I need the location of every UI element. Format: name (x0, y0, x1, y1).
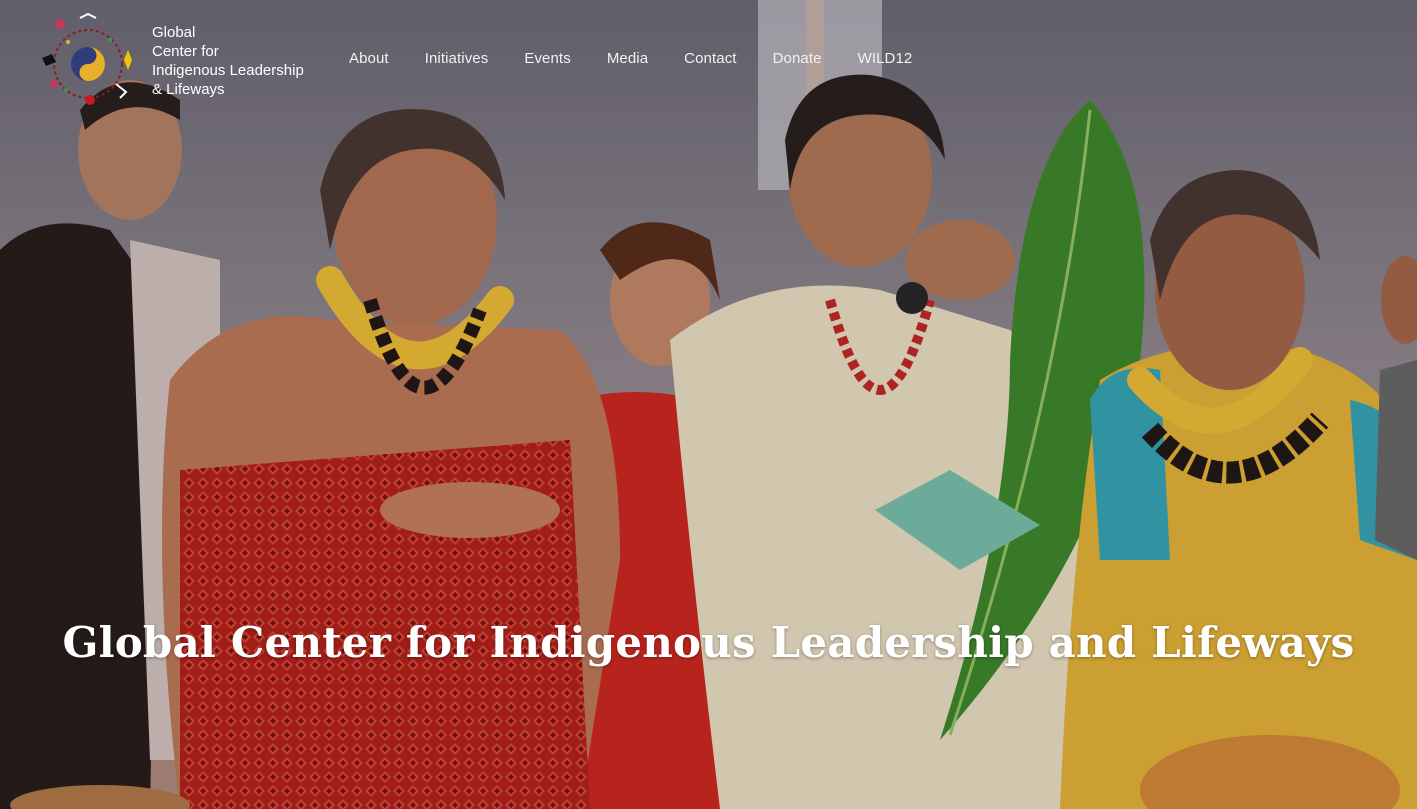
nav-link-initiatives[interactable]: Initiatives (425, 50, 489, 67)
logo-line-2: Center for (152, 43, 219, 60)
logo-line-1: Global (152, 24, 196, 41)
hero-headline: Global Center for Indigenous Leadership … (62, 618, 1355, 667)
nav-link-events[interactable]: Events (524, 50, 570, 67)
nav-link-media[interactable]: Media (607, 50, 648, 67)
nav-link-donate[interactable]: Donate (773, 50, 822, 67)
main-navigation: About Initiatives Events Media Contact D… (349, 50, 948, 67)
logo-line-3: Indigenous Leadership (152, 62, 304, 79)
site-logo[interactable]: Global Center for Indigenous Leadership … (40, 12, 304, 110)
hero-section: Global Center for Indigenous Leadership … (0, 0, 1417, 809)
logo-line-4: & Lifeways (152, 81, 225, 98)
hero-ceremony-photo (0, 0, 1417, 809)
nav-link-wild12[interactable]: WILD12 (858, 50, 913, 67)
logo-wordmark: Global Center for Indigenous Leadership … (152, 23, 304, 99)
nav-link-about[interactable]: About (349, 50, 389, 67)
medicine-wheel-logo-icon (42, 12, 132, 105)
nav-link-contact[interactable]: Contact (684, 50, 736, 67)
